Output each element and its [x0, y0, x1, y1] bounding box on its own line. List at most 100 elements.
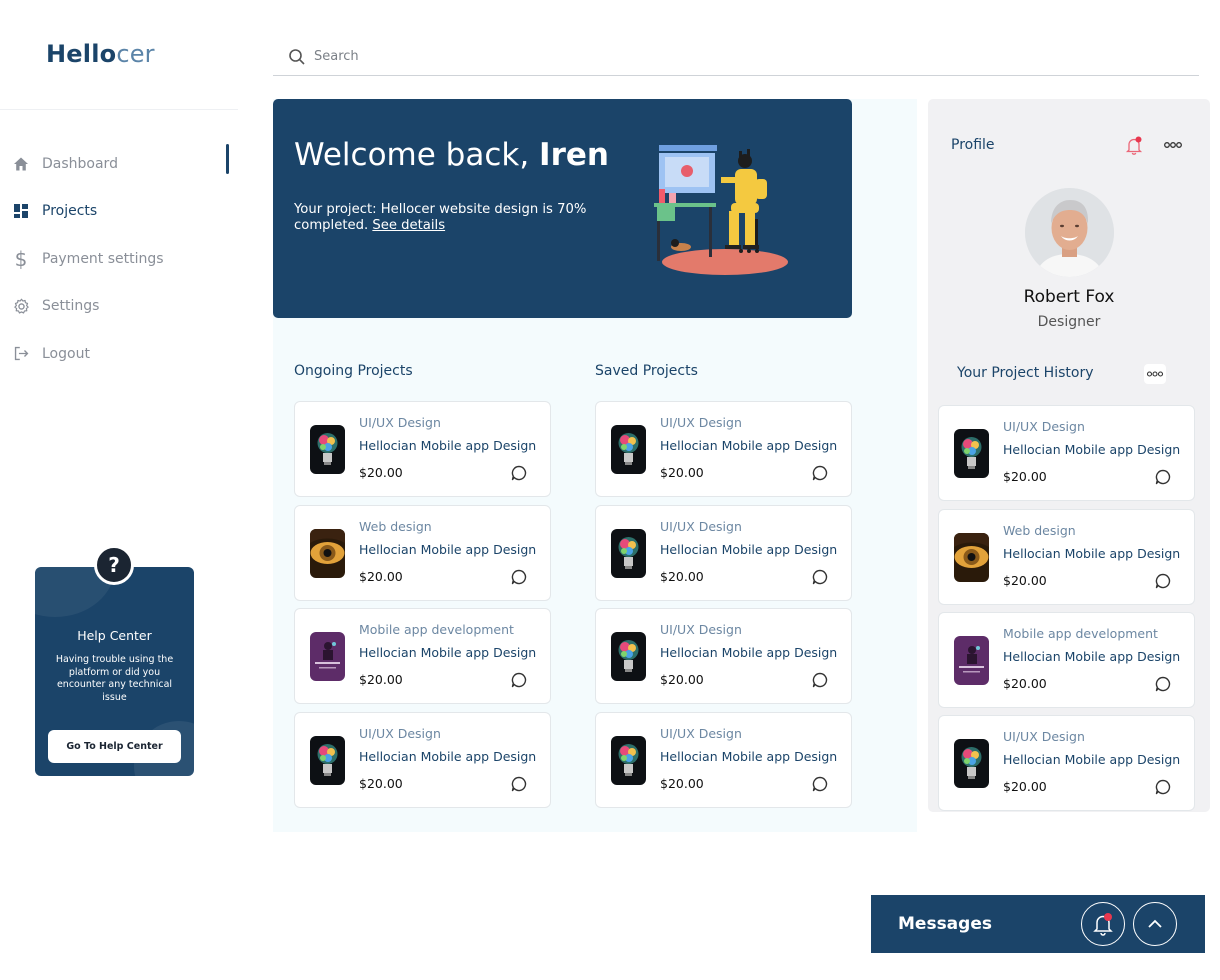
project-price: $20.00 [359, 569, 403, 584]
project-price: $20.00 [1003, 469, 1047, 484]
project-thumbnail [310, 632, 345, 681]
app-logo[interactable]: Hellocer [46, 40, 155, 68]
sidebar-item-label: Dashboard [42, 155, 118, 172]
project-price: $20.00 [660, 776, 704, 791]
project-card[interactable]: UI/UX Design Hellocian Mobile app Design $… [294, 712, 551, 808]
project-thumbnail [310, 529, 345, 578]
active-indicator [226, 144, 229, 174]
project-name: Hellocian Mobile app Design [660, 438, 838, 453]
sidebar-item-label: Projects [42, 203, 98, 220]
project-price: $20.00 [1003, 676, 1047, 691]
project-thumbnail [954, 429, 989, 478]
chat-bubble-icon[interactable] [510, 464, 528, 482]
expand-messages-button[interactable] [1133, 902, 1177, 946]
more-options-icon[interactable] [1163, 139, 1183, 151]
project-card[interactable]: UI/UX Design Hellocian Mobile app Design $… [595, 401, 852, 497]
project-name: Hellocian Mobile app Design [660, 645, 838, 660]
project-category: Web design [359, 519, 432, 534]
chat-bubble-icon[interactable] [811, 671, 829, 689]
messages-notification-button[interactable] [1081, 902, 1125, 946]
project-category: UI/UX Design [359, 726, 441, 741]
avatar [1025, 188, 1114, 277]
project-thumbnail [310, 425, 345, 474]
project-name: Hellocian Mobile app Design [1003, 442, 1181, 457]
project-history-title: Your Project History [957, 365, 1094, 381]
go-to-help-center-button[interactable]: Go To Help Center [48, 730, 181, 763]
profile-title: Profile [951, 137, 995, 153]
project-card[interactable]: UI/UX Design Hellocian Mobile app Design $… [938, 405, 1195, 501]
project-price: $20.00 [359, 465, 403, 480]
messages-label: Messages [898, 914, 992, 934]
project-name: Hellocian Mobile app Design [359, 438, 537, 453]
project-card[interactable]: Web design Hellocian Mobile app Design $20… [938, 509, 1195, 605]
project-category: UI/UX Design [1003, 419, 1085, 434]
project-category: Mobile app development [1003, 626, 1158, 641]
help-center-text: Having trouble using the platform or did… [55, 654, 174, 703]
see-details-link[interactable]: See details [372, 218, 445, 233]
project-card[interactable]: UI/UX Design Hellocian Mobile app Design $… [595, 505, 852, 601]
sidebar-item-dashboard[interactable]: Dashboard [12, 140, 232, 188]
project-price: $20.00 [359, 776, 403, 791]
welcome-banner: Welcome back, Iren Your project: Helloce… [273, 99, 852, 318]
sidebar-item-settings[interactable]: Settings [12, 283, 232, 331]
help-center-title: Help Center [77, 628, 152, 643]
project-name: Hellocian Mobile app Design [1003, 649, 1181, 664]
project-thumbnail [611, 632, 646, 681]
chat-bubble-icon[interactable] [1154, 675, 1172, 693]
project-card[interactable]: UI/UX Design Hellocian Mobile app Design $… [938, 715, 1195, 811]
sidebar-item-payment-settings[interactable]: $ Payment settings [12, 235, 232, 283]
project-category: UI/UX Design [660, 519, 742, 534]
project-name: Hellocian Mobile app Design [660, 542, 838, 557]
project-card[interactable]: UI/UX Design Hellocian Mobile app Design $… [294, 401, 551, 497]
project-category: UI/UX Design [1003, 729, 1085, 744]
project-price: $20.00 [660, 465, 704, 480]
profile-role: Designer [1037, 314, 1101, 330]
project-name: Hellocian Mobile app Design [359, 542, 537, 557]
project-card[interactable]: Mobile app development Hellocian Mobile a… [938, 612, 1195, 708]
project-name: Hellocian Mobile app Design [1003, 546, 1181, 561]
welcome-username: Iren [539, 137, 609, 173]
notification-bell-icon[interactable] [1125, 136, 1143, 156]
chevron-up-icon [1148, 919, 1162, 928]
project-thumbnail [611, 529, 646, 578]
project-card[interactable]: Mobile app development Hellocian Mobile a… [294, 608, 551, 704]
home-icon [12, 155, 30, 173]
project-card[interactable]: Web design Hellocian Mobile app Design $20… [294, 505, 551, 601]
logo-text-secondary: cer [116, 40, 155, 68]
sidebar-item-logout[interactable]: Logout [12, 330, 232, 378]
sidebar-item-label: Payment settings [42, 250, 164, 267]
more-options-icon [1146, 371, 1164, 377]
dollar-icon: $ [14, 246, 28, 271]
chat-bubble-icon[interactable] [1154, 778, 1172, 796]
chat-bubble-icon[interactable] [811, 464, 829, 482]
chat-bubble-icon[interactable] [811, 775, 829, 793]
project-name: Hellocian Mobile app Design [359, 645, 537, 660]
project-card[interactable]: UI/UX Design Hellocian Mobile app Design $… [595, 608, 852, 704]
chat-bubble-icon[interactable] [1154, 572, 1172, 590]
chat-bubble-icon[interactable] [510, 671, 528, 689]
sidebar-item-projects[interactable]: Projects [12, 188, 232, 236]
history-more-button[interactable] [1144, 364, 1166, 384]
question-icon: ? [94, 545, 134, 585]
welcome-title: Welcome back, Iren [294, 137, 609, 173]
project-price: $20.00 [660, 672, 704, 687]
search-input[interactable] [314, 49, 914, 64]
chat-bubble-icon[interactable] [811, 568, 829, 586]
project-category: UI/UX Design [660, 415, 742, 430]
logo-text-primary: Hello [46, 40, 117, 68]
sidebar-item-label: Logout [42, 345, 90, 362]
project-category: UI/UX Design [359, 415, 441, 430]
chat-bubble-icon[interactable] [1154, 468, 1172, 486]
sidebar-nav: Dashboard Projects $ Payment settings Se… [12, 140, 232, 378]
chat-bubble-icon[interactable] [510, 568, 528, 586]
search-icon [288, 48, 306, 66]
project-progress-text: Your project: Hellocer website design is… [294, 202, 614, 233]
project-name: Hellocian Mobile app Design [660, 749, 838, 764]
project-card[interactable]: UI/UX Design Hellocian Mobile app Design $… [595, 712, 852, 808]
project-category: UI/UX Design [660, 726, 742, 741]
chat-bubble-icon[interactable] [510, 775, 528, 793]
project-price: $20.00 [359, 672, 403, 687]
project-price: $20.00 [1003, 779, 1047, 794]
messages-bar[interactable]: Messages [871, 895, 1205, 953]
logout-icon [12, 345, 30, 363]
